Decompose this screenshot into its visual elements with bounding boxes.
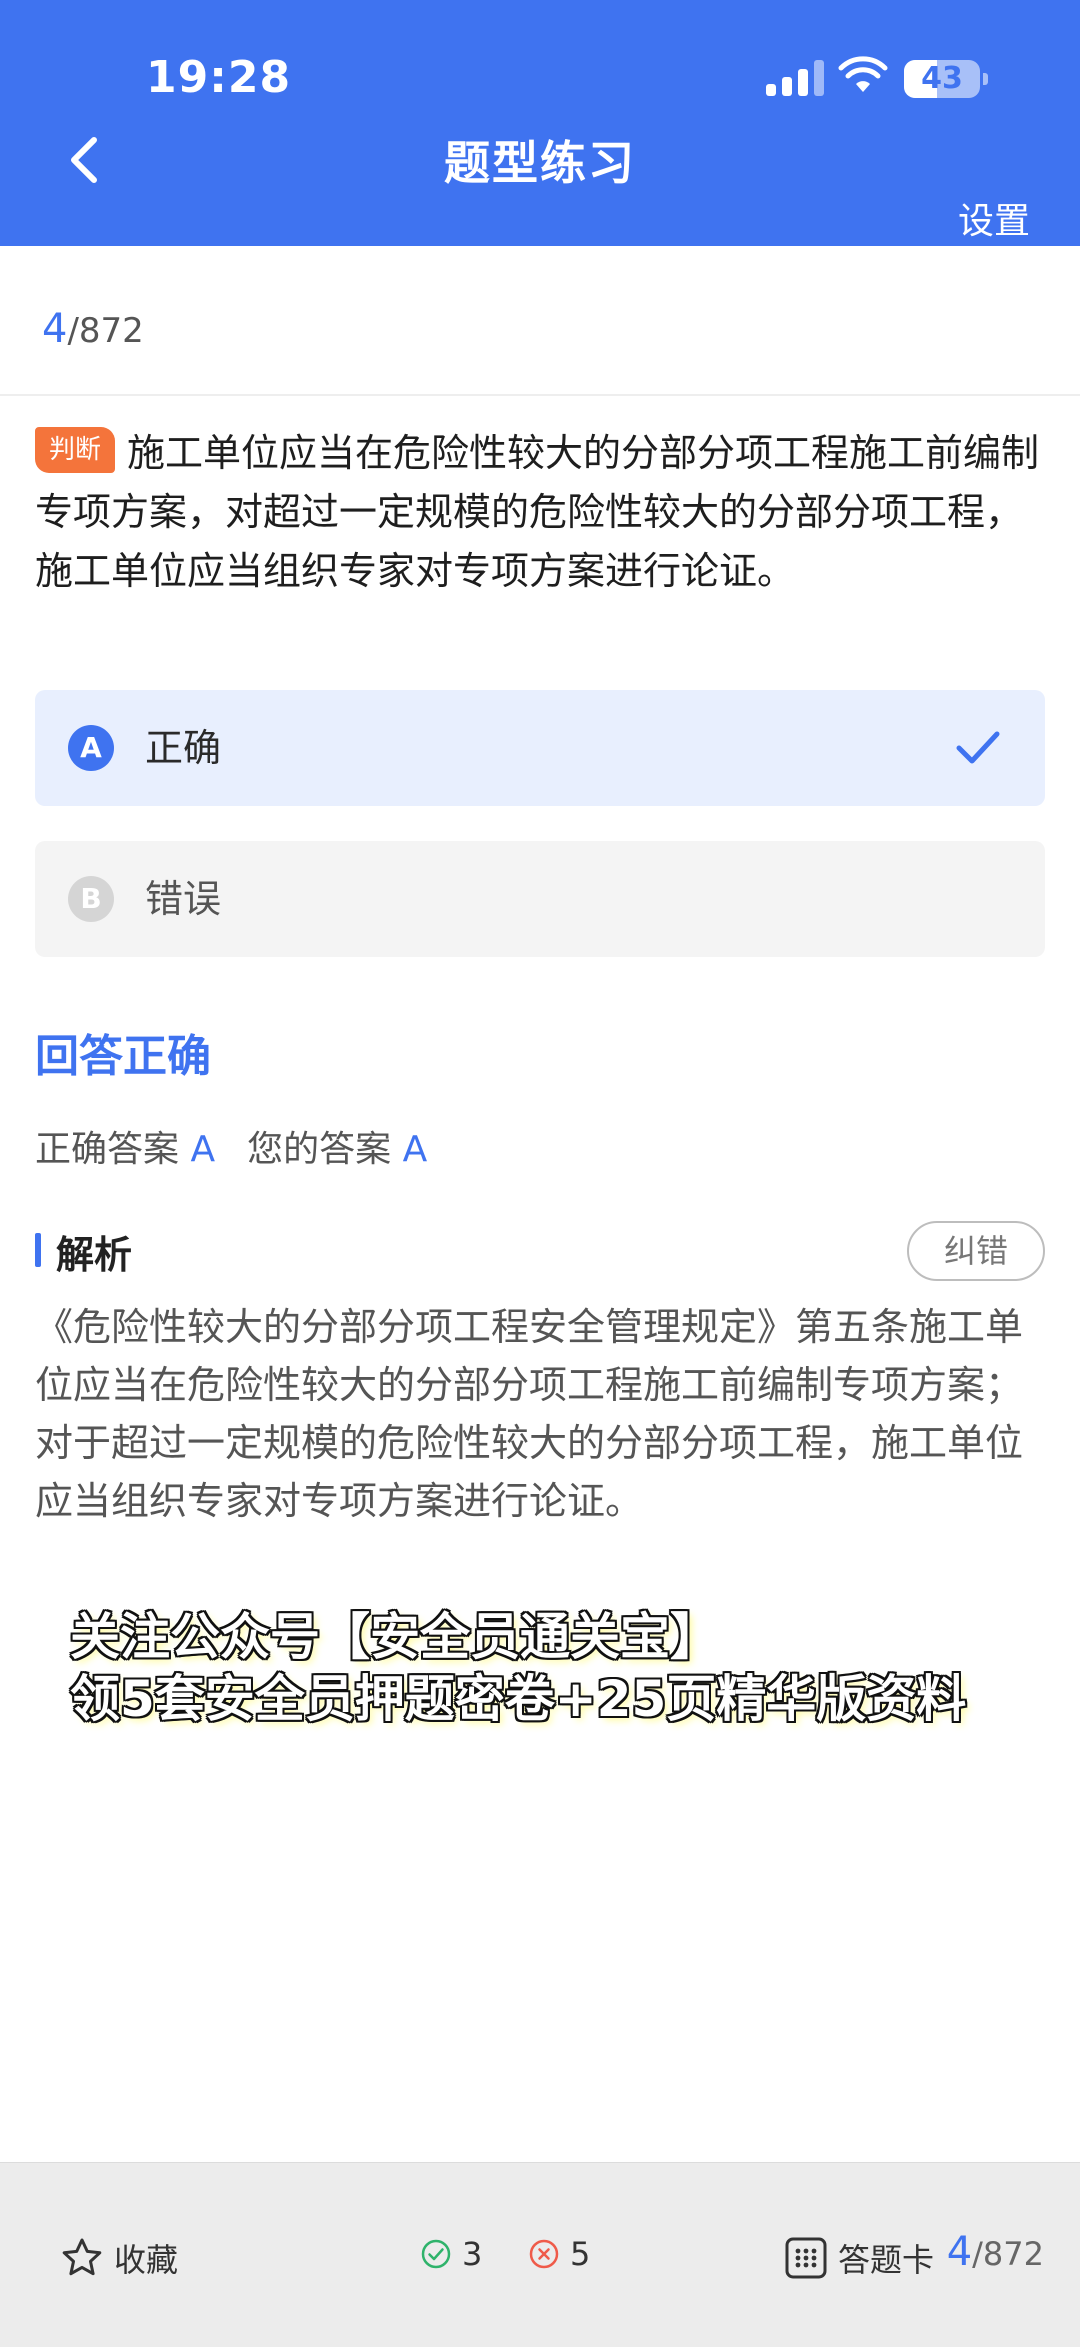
star-icon — [62, 2238, 102, 2276]
bottom-toolbar: 收藏 3 5 答题卡 4/872 — [0, 2162, 1080, 2347]
wrong-circle-icon — [529, 2239, 559, 2269]
favorite-label: 收藏 — [114, 2241, 179, 2279]
battery-percent: 43 — [921, 61, 963, 96]
answer-summary: 正确答案 A 您的答案 A — [35, 1120, 427, 1172]
progress-current: 4 — [42, 306, 68, 352]
question-type-tag: 判断 — [35, 427, 116, 473]
option-a[interactable]: A 正确 — [35, 690, 1045, 806]
promo-overlay: 关注公众号【安全员通关宝】 领5套安全员押题密卷+25页精华版资料 — [70, 1606, 966, 1730]
favorite-button[interactable]: 收藏 — [60, 2235, 178, 2281]
correct-count-value: 3 — [462, 2235, 483, 2273]
correction-button[interactable]: 纠错 — [907, 1221, 1045, 1281]
cellular-signal-icon — [766, 60, 824, 96]
correct-answer-value: A — [190, 1129, 216, 1170]
divider — [0, 394, 1080, 396]
promo-line-2: 领5套安全员押题密卷+25页精华版资料 — [70, 1670, 967, 1728]
bottom-progress-total: /872 — [972, 2235, 1044, 2273]
question-text-block: 判断 施工单位应当在危险性较大的分部分项工程施工前编制专项方案，对超过一定规模的危… — [35, 424, 1045, 601]
wifi-icon — [838, 56, 888, 92]
check-circle-icon — [421, 2239, 451, 2269]
correct-answer-label: 正确答案 — [35, 1129, 180, 1170]
settings-button[interactable]: 设置 — [958, 192, 1030, 244]
bottom-progress-current: 4 — [946, 2229, 973, 2275]
option-b-text: 错误 — [145, 877, 222, 921]
battery-icon: 43 — [904, 60, 988, 98]
correct-count[interactable]: 3 — [420, 2235, 482, 2273]
your-answer-value: A — [402, 1129, 428, 1170]
analysis-title: 解析 — [56, 1233, 133, 1277]
analysis-accent-bar — [35, 1233, 41, 1267]
option-b[interactable]: B 错误 — [35, 841, 1045, 957]
status-time: 19:28 — [146, 52, 292, 103]
question-text: 施工单位应当在危险性较大的分部分项工程施工前编制专项方案，对超过一定规模的危险性… — [35, 431, 1040, 593]
grid-icon — [785, 2237, 827, 2279]
question-progress: 4/872 — [42, 306, 144, 352]
answer-card-button[interactable]: 答题卡 — [784, 2235, 934, 2281]
app-header: 19:28 43 题型练习 设置 — [0, 0, 1080, 246]
progress-total: /872 — [67, 311, 144, 351]
page-title: 题型练习 — [444, 136, 636, 190]
bottom-progress: 4/872 — [947, 2229, 1044, 2275]
your-answer-label: 您的答案 — [247, 1129, 392, 1170]
option-a-text: 正确 — [145, 726, 222, 770]
check-icon — [956, 731, 1000, 764]
answer-result: 回答正确 — [35, 1031, 211, 1082]
answer-card-label: 答题卡 — [838, 2241, 935, 2279]
analysis-text: 《危险性较大的分部分项工程安全管理规定》第五条施工单位应当在危险性较大的分部分项… — [35, 1305, 1024, 1523]
wrong-count-value: 5 — [570, 2235, 591, 2273]
option-b-letter: B — [68, 876, 114, 922]
wrong-count[interactable]: 5 — [528, 2235, 590, 2273]
promo-line-1: 关注公众号【安全员通关宝】 — [70, 1608, 720, 1666]
option-a-letter: A — [68, 725, 114, 771]
